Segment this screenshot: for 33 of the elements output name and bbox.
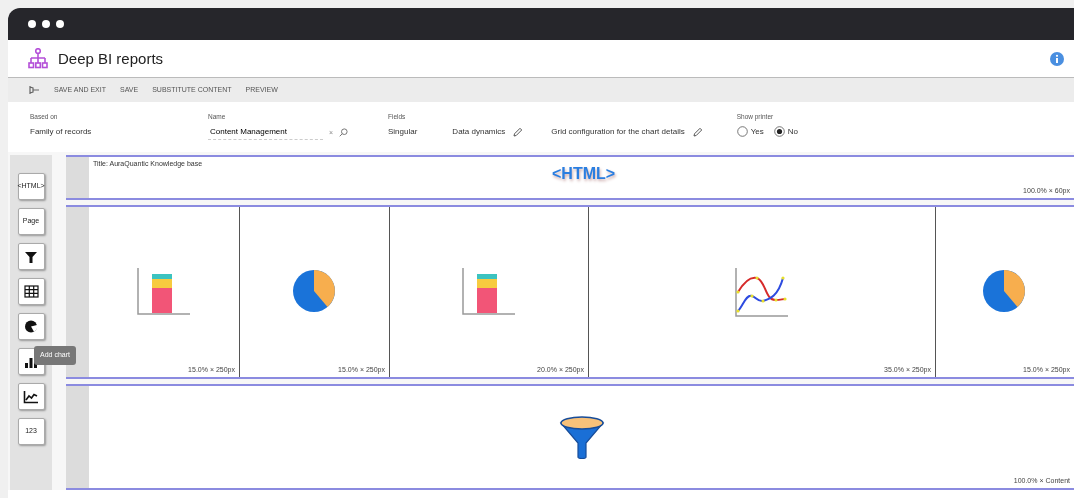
- pencil-icon[interactable]: [692, 126, 703, 137]
- line-chart-icon: [23, 389, 39, 404]
- table-icon: [23, 285, 39, 298]
- field-value: Singular: [388, 125, 418, 138]
- field-value: Family of records: [30, 125, 93, 138]
- pie-chart-icon: [23, 319, 39, 334]
- hierarchy-icon: [28, 47, 48, 70]
- html-block-label: <HTML>: [552, 165, 616, 183]
- radio-label: Yes: [750, 125, 764, 138]
- field-value: Grid configuration for the chart details: [551, 125, 685, 138]
- table-tool-button[interactable]: [17, 278, 45, 305]
- funnel-tool-button[interactable]: [17, 243, 45, 270]
- window-dot: [28, 20, 36, 28]
- bar-chart-drawing: [461, 266, 517, 318]
- radio-label: No: [787, 125, 798, 138]
- window-dot: [42, 20, 50, 28]
- funnel-icon: [24, 249, 38, 264]
- section-handle[interactable]: [66, 386, 89, 488]
- exit-icon[interactable]: [28, 85, 40, 95]
- radio-button[interactable]: [773, 126, 785, 138]
- pie-chart-tool-button[interactable]: [17, 313, 45, 340]
- funnel-drawing: [557, 413, 606, 461]
- window-dot: [56, 20, 64, 28]
- search-icon[interactable]: [339, 128, 349, 138]
- pencil-icon[interactable]: [513, 126, 524, 137]
- line-chart-tool-button[interactable]: [17, 383, 45, 410]
- bar-chart-drawing: [136, 266, 192, 318]
- app-title: Deep BI reports: [58, 49, 164, 68]
- section-handle[interactable]: [66, 157, 89, 198]
- radio-button[interactable]: [736, 126, 748, 138]
- line-chart-drawing: [734, 266, 790, 318]
- info-icon[interactable]: [1050, 51, 1064, 66]
- field-value: Data dynamics: [452, 125, 506, 138]
